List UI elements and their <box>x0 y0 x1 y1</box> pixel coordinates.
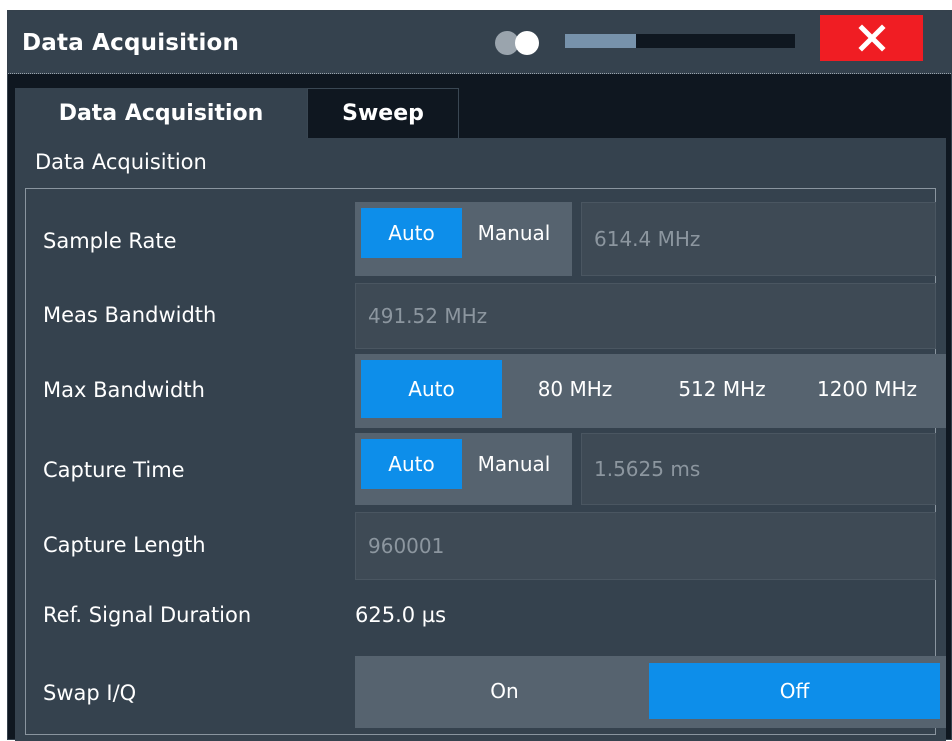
capture-time-auto-option[interactable]: Auto <box>361 439 462 489</box>
capture-length-field[interactable]: 960001 <box>355 512 936 580</box>
swap-iq-label: Swap I/Q <box>43 681 137 705</box>
swap-iq-off-option[interactable]: Off <box>649 663 940 719</box>
max-bandwidth-512-option[interactable]: 512 MHz <box>655 360 789 418</box>
dialog-titlebar[interactable]: Data Acquisition <box>8 11 951 74</box>
transparency-slider[interactable] <box>565 34 795 48</box>
close-icon <box>857 24 886 52</box>
transparency-slider-fill <box>565 34 637 48</box>
sample-rate-mode-toggle: Auto Manual <box>355 202 572 276</box>
sample-rate-auto-option[interactable]: Auto <box>361 208 462 258</box>
swap-iq-on-option[interactable]: On <box>361 663 648 719</box>
max-bandwidth-selector: Auto 80 MHz 512 MHz 1200 MHz <box>355 354 946 428</box>
toggle-icon[interactable] <box>493 29 549 57</box>
tab-data-acquisition[interactable]: Data Acquisition <box>15 88 307 138</box>
capture-time-label: Capture Time <box>43 458 185 482</box>
max-bandwidth-80-option[interactable]: 80 MHz <box>515 360 635 418</box>
max-bandwidth-auto-option[interactable]: Auto <box>361 360 502 418</box>
group-label: Data Acquisition <box>35 150 207 174</box>
meas-bandwidth-label: Meas Bandwidth <box>43 303 217 327</box>
capture-time-mode-toggle: Auto Manual <box>355 433 572 505</box>
capture-time-manual-option[interactable]: Manual <box>462 439 566 489</box>
capture-length-label: Capture Length <box>43 533 206 557</box>
ref-signal-duration-label: Ref. Signal Duration <box>43 603 252 627</box>
dialog-title: Data Acquisition <box>22 30 240 56</box>
tab-panel: Data Acquisition Sample Rate Auto Manual… <box>15 138 946 741</box>
sample-rate-manual-option[interactable]: Manual <box>462 208 566 258</box>
sample-rate-field[interactable]: 614.4 MHz <box>581 202 936 276</box>
capture-time-field[interactable]: 1.5625 ms <box>581 433 936 505</box>
max-bandwidth-1200-option[interactable]: 1200 MHz <box>796 360 938 418</box>
close-button[interactable] <box>820 15 923 61</box>
swap-iq-toggle: On Off <box>355 656 946 728</box>
tab-sweep[interactable]: Sweep <box>307 88 459 138</box>
sample-rate-label: Sample Rate <box>43 229 177 253</box>
meas-bandwidth-field[interactable]: 491.52 MHz <box>355 283 936 349</box>
ref-signal-duration-value: 625.0 µs <box>355 603 447 627</box>
data-acquisition-dialog: Data Acquisition Data Acquisition Sweep … <box>7 10 952 741</box>
max-bandwidth-label: Max Bandwidth <box>43 378 205 402</box>
